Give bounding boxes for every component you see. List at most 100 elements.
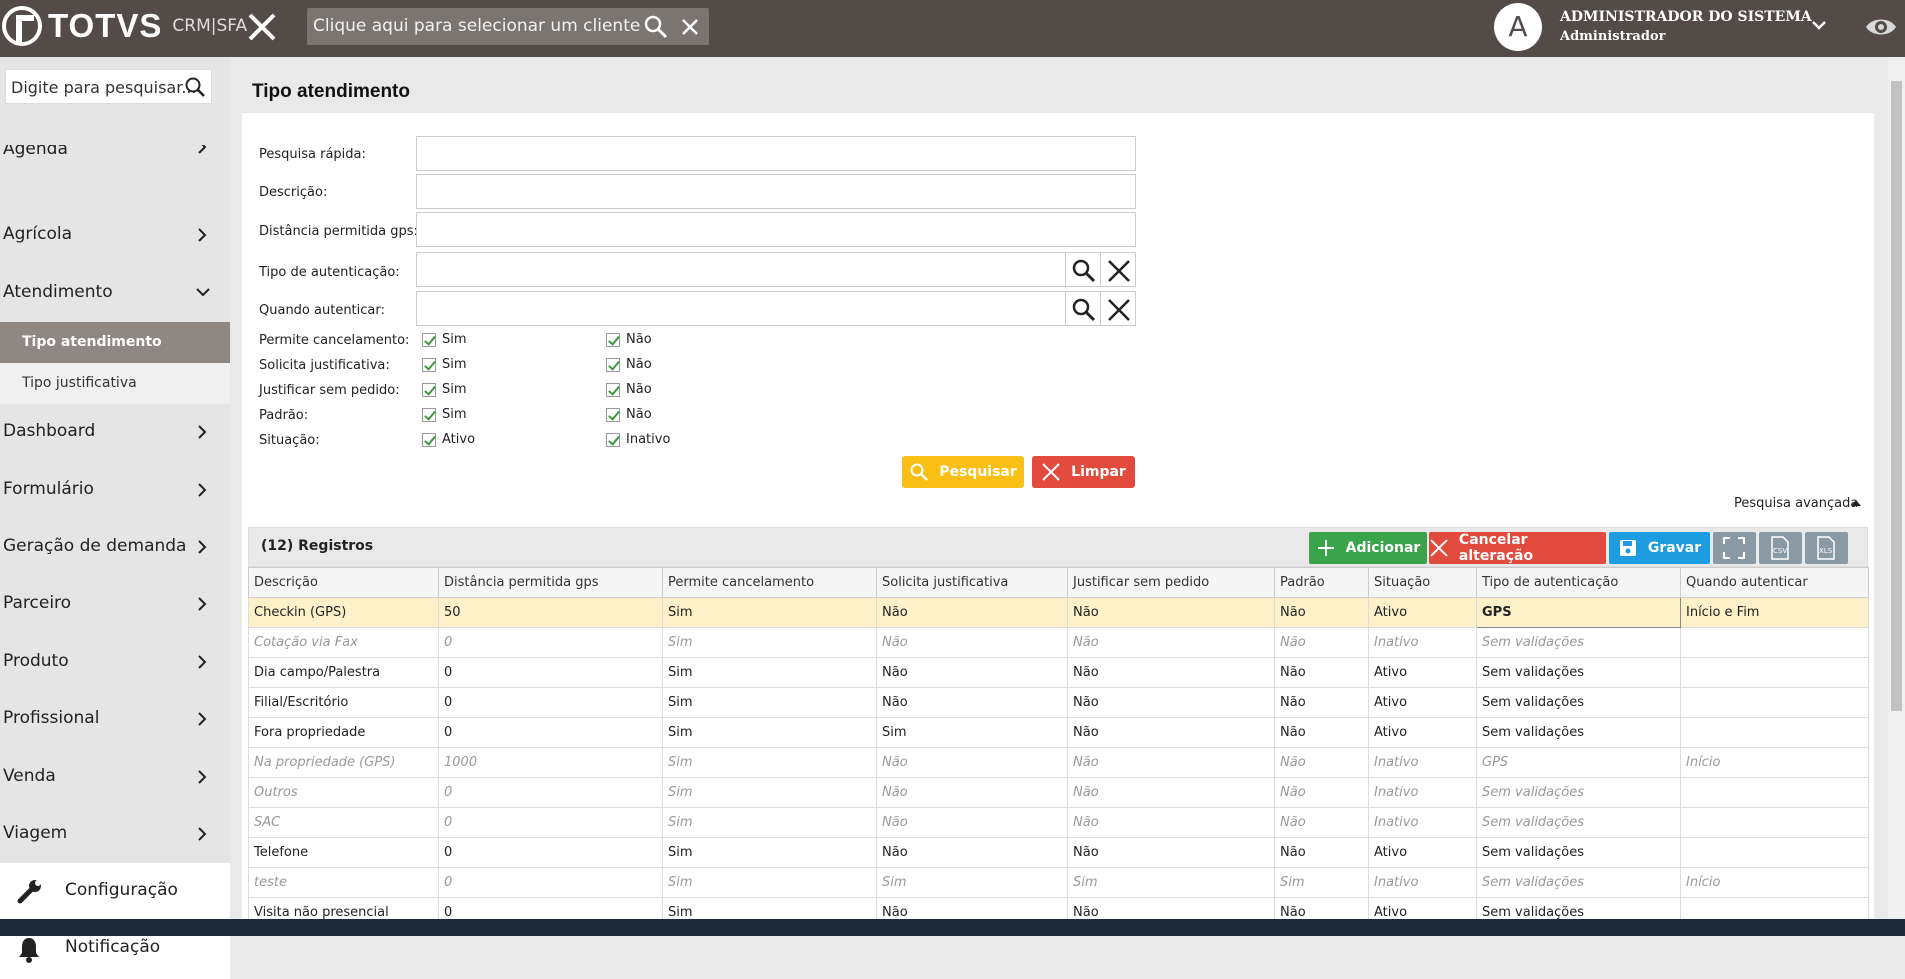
checkbox-checked[interactable] [422, 332, 436, 347]
export-csv-button[interactable]: CSV [1759, 532, 1802, 564]
table-cell[interactable]: Ativo [1368, 597, 1477, 628]
table-row[interactable]: teste 0 Sim Sim Sim Sim Inativo Sem validações I… [248, 867, 1869, 898]
avatar[interactable]: A [1494, 3, 1542, 51]
scrollbar-thumb[interactable] [1891, 81, 1902, 711]
add-button[interactable]: Adicionar [1309, 532, 1427, 564]
table-cell[interactable]: Cotação via Fax [248, 627, 439, 658]
table-cell[interactable]: 50 [438, 597, 663, 628]
table-cell[interactable]: Não [876, 747, 1068, 778]
vertical-scrollbar[interactable] [1888, 57, 1905, 919]
table-cell[interactable]: Não [876, 687, 1068, 718]
sidebar-item-viagem[interactable]: Viagem [0, 806, 230, 863]
table-cell[interactable]: Dia campo/Palestra [248, 657, 439, 688]
sidebar-item-atendimento[interactable]: Atendimento [0, 265, 230, 322]
sidebar-item-geracao-demanda[interactable]: Geração de demanda [0, 519, 230, 576]
table-cell[interactable]: Sim [662, 687, 877, 718]
table-cell[interactable]: Sem validações [1476, 627, 1681, 658]
table-cell[interactable]: SAC [248, 807, 439, 838]
save-button[interactable]: Gravar [1609, 532, 1710, 564]
table-cell[interactable]: 0 [438, 627, 663, 658]
table-cell[interactable]: Não [876, 777, 1068, 808]
table-cell[interactable]: 0 [438, 867, 663, 898]
column-header[interactable]: Distância permitida gps [438, 567, 663, 598]
table-cell[interactable]: Sem validações [1476, 807, 1681, 838]
user-name[interactable]: ADMINISTRADOR DO SISTEMA [1560, 9, 1812, 25]
sidebar-item-tipo-atendimento[interactable]: Tipo atendimento [0, 322, 230, 363]
table-row[interactable]: Cotação via Fax 0 Sim Não Não Não Inativo Sem v… [248, 627, 1869, 658]
table-cell[interactable]: Sem validações [1476, 657, 1681, 688]
checkbox-checked[interactable] [606, 382, 620, 397]
table-cell[interactable]: Sim [1274, 867, 1369, 898]
eye-icon[interactable] [1864, 12, 1898, 42]
totvs-logo[interactable]: TOTVS CRM|SFA [2, 6, 247, 46]
table-cell[interactable] [1680, 627, 1869, 658]
checkbox-checked[interactable] [606, 432, 620, 447]
sidebar-item-dashboard[interactable]: Dashboard [0, 404, 230, 461]
sidebar-item-formulario[interactable]: Formulário [0, 462, 230, 519]
table-cell[interactable]: Início [1680, 867, 1869, 898]
table-cell[interactable]: Não [876, 627, 1068, 658]
table-cell[interactable] [1680, 777, 1869, 808]
column-header[interactable]: Solicita justificativa [876, 567, 1068, 598]
table-cell[interactable]: Sem validações [1476, 687, 1681, 718]
situacao-inativo-checkbox[interactable]: Inativo [606, 432, 670, 447]
auth-type-input[interactable] [416, 252, 1066, 287]
table-cell[interactable]: Inativo [1368, 747, 1477, 778]
table-cell[interactable]: Não [1274, 627, 1369, 658]
table-cell[interactable]: Não [1067, 837, 1275, 868]
table-cell[interactable]: Telefone [248, 837, 439, 868]
table-cell[interactable]: Sim [662, 777, 877, 808]
table-cell[interactable]: Não [1274, 807, 1369, 838]
table-cell[interactable]: Fora propriedade [248, 717, 439, 748]
table-cell[interactable]: Não [1274, 687, 1369, 718]
table-cell[interactable]: Inativo [1368, 777, 1477, 808]
table-cell[interactable]: 0 [438, 777, 663, 808]
table-cell[interactable]: Não [1067, 627, 1275, 658]
sidebar-item-configuracao[interactable]: Configuração [0, 863, 230, 919]
table-cell[interactable]: 0 [438, 837, 663, 868]
search-button[interactable]: Pesquisar [902, 456, 1024, 488]
table-cell[interactable]: Sim [876, 867, 1068, 898]
sidebar-item-parceiro[interactable]: Parceiro [0, 576, 230, 633]
table-cell[interactable]: Não [1067, 717, 1275, 748]
table-cell[interactable]: Não [1067, 687, 1275, 718]
sidebar-item-venda[interactable]: Venda [0, 749, 230, 806]
fullscreen-button[interactable] [1713, 532, 1756, 564]
table-cell[interactable]: Não [1274, 717, 1369, 748]
table-cell[interactable]: Ativo [1368, 837, 1477, 868]
quick-search-input[interactable] [416, 136, 1136, 171]
padrao-sim-checkbox[interactable]: Sim [422, 407, 467, 422]
permite-cancelamento-nao-checkbox[interactable]: Não [606, 332, 652, 347]
table-cell[interactable]: Início [1680, 747, 1869, 778]
justificar-sem-pedido-nao-checkbox[interactable]: Não [606, 382, 652, 397]
clear-icon[interactable] [677, 14, 703, 40]
table-cell[interactable]: Sim [662, 807, 877, 838]
clear-button[interactable]: Limpar [1032, 456, 1135, 488]
table-row[interactable]: Filial/Escritório 0 Sim Não Não Não Ativo Sem v… [248, 687, 1869, 718]
table-cell[interactable]: Sim [662, 837, 877, 868]
table-cell[interactable]: Não [1274, 657, 1369, 688]
table-row[interactable]: Na propriedade (GPS) 1000 Sim Não Não Não Inat… [248, 747, 1869, 778]
table-cell[interactable]: Sem validações [1476, 717, 1681, 748]
table-row[interactable]: SAC 0 Sim Não Não Não Inativo Sem validações [248, 807, 1869, 838]
padrao-nao-checkbox[interactable]: Não [606, 407, 652, 422]
table-cell[interactable]: 0 [438, 717, 663, 748]
table-cell[interactable]: Não [1067, 657, 1275, 688]
table-cell[interactable]: Sim [662, 867, 877, 898]
column-header[interactable]: Tipo de autenticação [1476, 567, 1681, 598]
table-cell[interactable]: Sem validações [1476, 837, 1681, 868]
table-cell[interactable]: Não [1274, 597, 1369, 628]
checkbox-checked[interactable] [422, 357, 436, 372]
sidebar-search-input[interactable]: Digite para pesquisar... [5, 69, 212, 104]
table-cell[interactable]: Ativo [1368, 657, 1477, 688]
sidebar-item-agenda[interactable]: Agenda [0, 145, 230, 175]
table-row[interactable]: Dia campo/Palestra 0 Sim Não Não Não Ativo Sem … [248, 657, 1869, 688]
solicita-justificativa-sim-checkbox[interactable]: Sim [422, 357, 467, 372]
cancel-change-button[interactable]: Cancelar alteração [1429, 532, 1606, 564]
table-cell[interactable]: Não [1274, 747, 1369, 778]
table-cell[interactable]: Inativo [1368, 867, 1477, 898]
advanced-search-link[interactable]: Pesquisa avançada [1734, 496, 1858, 511]
table-cell[interactable] [1680, 807, 1869, 838]
table-cell[interactable]: Não [876, 837, 1068, 868]
table-cell[interactable]: 0 [438, 687, 663, 718]
